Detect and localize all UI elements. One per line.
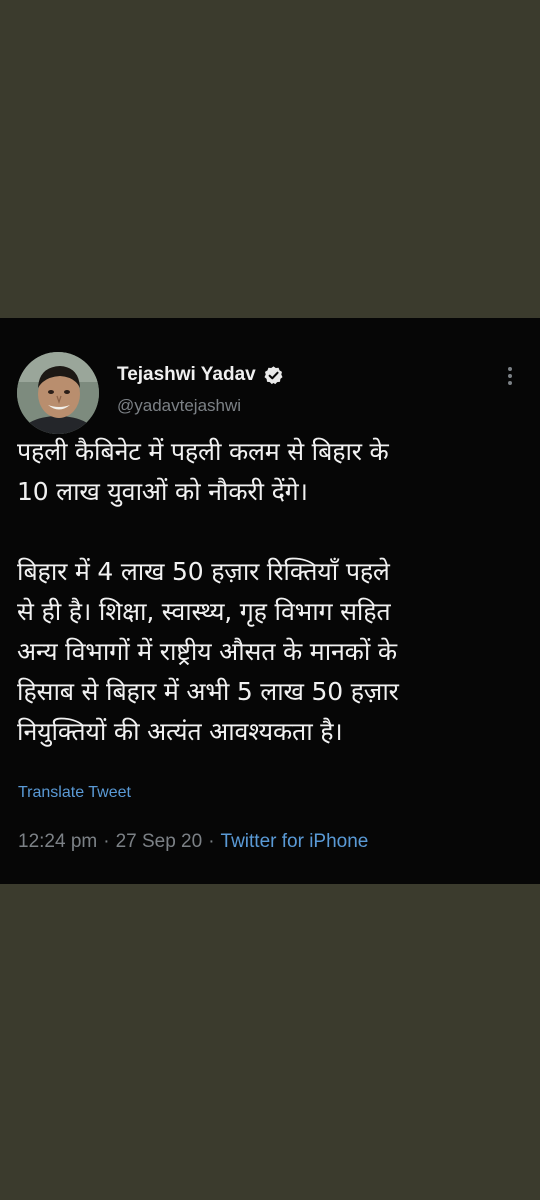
meta-separator: · (208, 831, 215, 852)
tweet-card[interactable]: Tejashwi Yadav @yadavtejashwi पहली कैबिन… (0, 318, 540, 884)
avatar[interactable] (17, 352, 99, 434)
author-name-row: Tejashwi Yadav (117, 362, 284, 388)
meta-separator: · (103, 831, 110, 852)
author-name[interactable]: Tejashwi Yadav (117, 364, 256, 386)
tweet-time[interactable]: 12:24 pm (18, 831, 97, 852)
tweet-source-link[interactable]: Twitter for iPhone (221, 831, 369, 852)
tweet-meta: 12:24 pm · 27 Sep 20 · Twitter for iPhone (18, 831, 368, 853)
author-handle[interactable]: @yadavtejashwi (117, 396, 241, 416)
avatar-image (17, 352, 99, 434)
tweet-text: पहली कैबिनेट में पहली कलम से बिहार के 10… (17, 437, 399, 746)
tweet-date[interactable]: 27 Sep 20 (116, 831, 203, 852)
verified-badge-icon (264, 365, 283, 384)
translate-tweet-link[interactable]: Translate Tweet (18, 784, 131, 802)
more-vertical-icon[interactable] (500, 362, 520, 390)
